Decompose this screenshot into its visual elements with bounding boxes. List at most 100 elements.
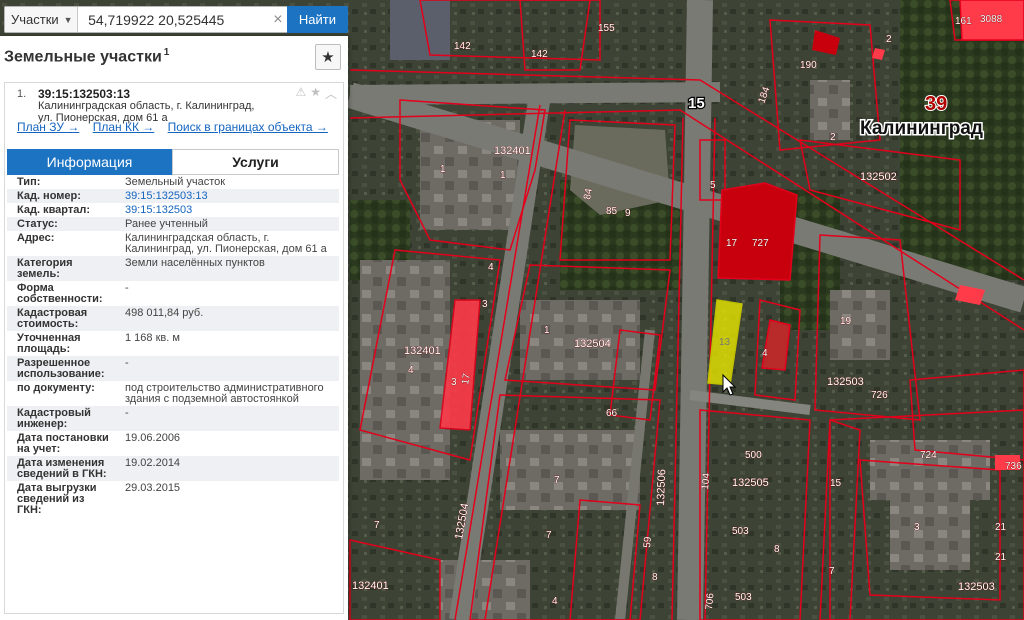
parcel-number-label: 2 — [886, 34, 892, 45]
quarter-label: 132503 — [958, 581, 995, 593]
parcel-number-label: 736 — [1005, 461, 1022, 472]
search-bar: Участки ▼ × Найти — [4, 6, 348, 33]
parcel-number-label: 4 — [552, 596, 558, 607]
star-icon: ★ — [321, 49, 335, 66]
parcel-number-label: 85 — [606, 206, 618, 217]
info-row: Уточненная площадь: 1 168 кв. м — [7, 331, 339, 356]
parcel-number-label: 17 — [726, 238, 738, 249]
parcel-number-label: 2 — [830, 132, 836, 143]
info-value: Земельный участок — [115, 175, 339, 189]
quarter-label: 132503 — [827, 376, 864, 388]
tab-services[interactable]: Услуги — [172, 149, 339, 175]
info-key: Дата постановки на учет: — [7, 431, 115, 456]
parcel-number-label: 142 — [454, 41, 471, 52]
park-area — [900, 0, 1024, 280]
info-row: Кадастровая стоимость: 498 011,84 руб. — [7, 306, 339, 331]
search-type-select[interactable]: Участки ▼ — [5, 7, 79, 32]
city-label: Калининград — [860, 118, 983, 139]
address-line: Калининградская область, г. Калининград, — [38, 100, 255, 112]
parcel-number-label: 3 — [914, 522, 920, 533]
parcel-number-label: 8 — [774, 544, 780, 555]
parcel-number-label: 3 — [451, 377, 457, 388]
info-value: - — [115, 356, 339, 381]
panel-header: Земельные участки 1 ★ — [0, 36, 348, 72]
parcel-number-label: 4 — [408, 365, 414, 376]
result-address: Калининградская область, г. Калининград,… — [38, 100, 278, 124]
star-outline-icon[interactable]: ★ — [310, 85, 321, 102]
parcel-number-label: 503 — [732, 526, 749, 537]
parcel-number-label: 3 — [482, 299, 488, 310]
search-input[interactable] — [78, 7, 270, 32]
info-value: 19.02.2014 — [115, 456, 339, 481]
info-value: под строительство административного здан… — [115, 381, 339, 406]
result-card: 1. 39:15:132503:13 Калининградская облас… — [4, 82, 344, 614]
address-line: ул. Пионерская, дом 61 а — [38, 112, 168, 124]
parcel-number-label: 161 — [955, 16, 972, 27]
info-row: Дата выгрузки сведений из ГКН: 29.03.2015 — [7, 481, 339, 517]
result-cadastral-number[interactable]: 39:15:132503:13 — [38, 87, 130, 101]
parcel-number-label: 727 — [752, 238, 769, 249]
info-value: 39:15:132503 — [115, 203, 339, 217]
selected-parcel-label: 13 — [719, 337, 731, 348]
quarter-label: 132401 — [404, 345, 441, 357]
info-key: по документу: — [7, 381, 115, 406]
parcel-number-label: 3088 — [980, 14, 1003, 25]
parcel-number-label: 7 — [546, 530, 552, 541]
parcel-number-label: 7 — [554, 475, 560, 486]
quarter-label: 132505 — [732, 477, 769, 489]
building — [500, 430, 640, 510]
info-value: Земли населённых пунктов — [115, 256, 339, 281]
clear-icon[interactable]: × — [269, 7, 287, 32]
parcel-number-label: 5 — [710, 180, 716, 191]
info-value: 39:15:132503:13 — [115, 189, 339, 203]
road — [677, 0, 713, 620]
info-value: - — [115, 406, 339, 431]
info-row: Дата постановки на учет: 19.06.2006 — [7, 431, 339, 456]
result-tools: ⚠ ★ ︿ — [295, 85, 337, 102]
parcel-number-label: 500 — [745, 450, 762, 461]
warning-icon[interactable]: ⚠ — [295, 85, 306, 102]
building — [390, 0, 450, 60]
parcel-number-label: 66 — [606, 408, 618, 419]
quarter-label: 132504 — [574, 338, 611, 350]
parcel-number-label: 7 — [829, 566, 835, 577]
info-key: Категория земель: — [7, 256, 115, 281]
parcel-number-label: 726 — [871, 390, 888, 401]
building — [360, 260, 450, 480]
collapse-icon[interactable]: ︿ — [325, 85, 337, 102]
info-row: Категория земель: Земли населённых пункто… — [7, 256, 339, 281]
info-value: 19.06.2006 — [115, 431, 339, 456]
parcel-number-label: 15 — [830, 478, 842, 489]
parcel-number-label: 21 — [995, 552, 1007, 563]
info-key: Кад. квартал: — [7, 203, 115, 217]
search-type-label: Участки — [11, 12, 59, 27]
info-row: Форма собственности: - — [7, 281, 339, 306]
info-table: Тип: Земельный участок Кад. номер: 39:15:13… — [7, 175, 339, 517]
find-button[interactable]: Найти — [286, 6, 348, 33]
region-code-label: 39 — [925, 93, 947, 115]
result-count: 1 — [163, 47, 170, 59]
panel-title: Земельные участки 1 — [4, 47, 169, 66]
info-row: Кад. квартал: 39:15:132503 — [7, 203, 339, 217]
info-value-link[interactable]: 39:15:132503 — [125, 204, 192, 216]
parcel-727[interactable] — [717, 182, 798, 281]
building — [810, 80, 850, 140]
result-header: 1. 39:15:132503:13 Калининградская облас… — [5, 83, 343, 124]
parcel-number-label: 21 — [995, 522, 1007, 533]
result-index: 1. — [17, 88, 27, 100]
info-key: Кад. номер: — [7, 189, 115, 203]
tab-info[interactable]: Информация — [7, 149, 172, 175]
info-value-link[interactable]: 39:15:132503:13 — [125, 190, 208, 202]
building — [870, 440, 990, 500]
favorite-button[interactable]: ★ — [315, 44, 341, 70]
parcel-number-label: 8 — [652, 572, 658, 583]
info-key: Адрес: — [7, 231, 115, 256]
parcel-number-label: 19 — [840, 316, 852, 327]
info-key: Тип: — [7, 175, 115, 189]
info-key: Уточненная площадь: — [7, 331, 115, 356]
info-key: Кадастровая стоимость: — [7, 306, 115, 331]
building — [830, 290, 890, 360]
info-row: Кадастровый инженер: - — [7, 406, 339, 431]
info-row: Тип: Земельный участок — [7, 175, 339, 189]
quarter-label: 132401 — [352, 580, 389, 592]
